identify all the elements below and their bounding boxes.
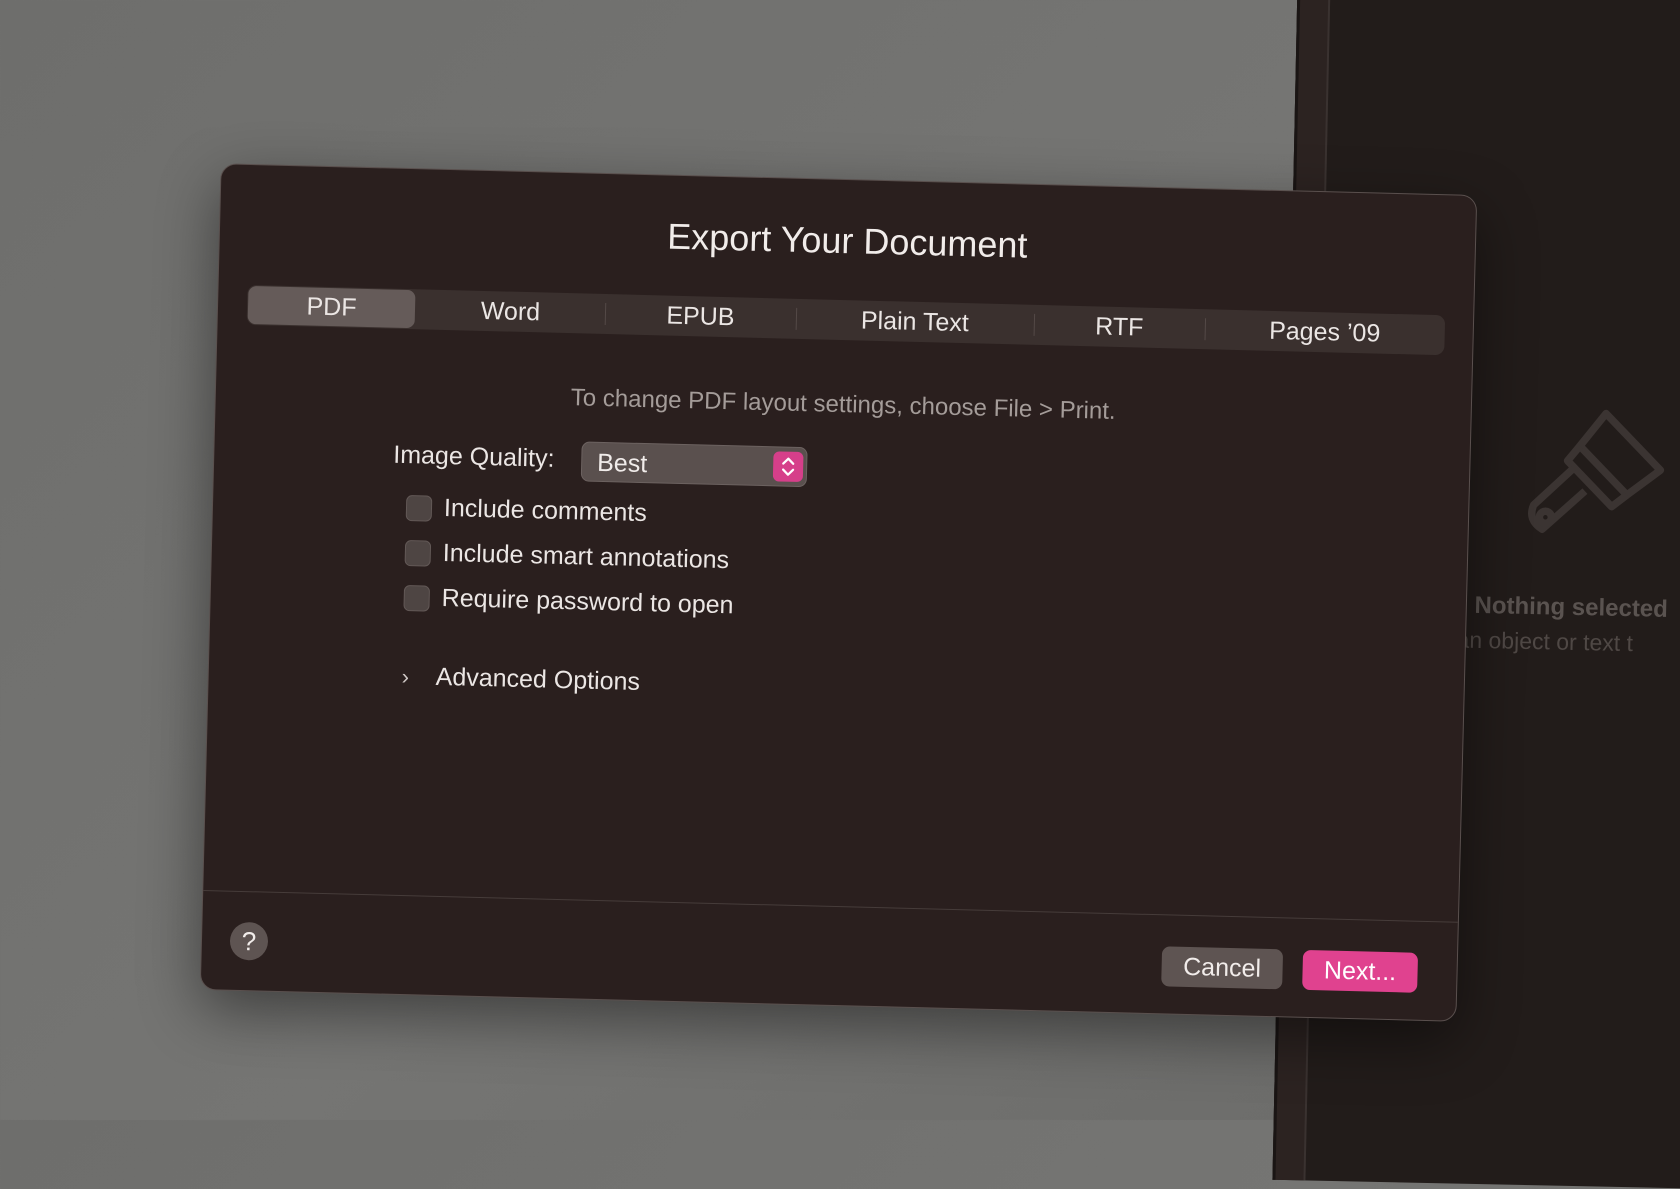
tab-pages-09[interactable]: Pages ’09 xyxy=(1204,309,1445,355)
include-smart-annotations-label: Include smart annotations xyxy=(442,538,730,575)
chevron-right-icon: › xyxy=(401,663,410,689)
nothing-selected-hint: t an object or text t xyxy=(1443,626,1634,657)
paintbrush-icon xyxy=(1528,409,1665,533)
advanced-options-label: Advanced Options xyxy=(435,662,641,697)
dialog-title: Export Your Document xyxy=(666,215,1028,266)
include-smart-annotations-row[interactable]: Include smart annotations xyxy=(404,538,730,575)
include-comments-checkbox[interactable] xyxy=(405,494,433,522)
format-tabs: PDF Word EPUB Plain Text RTF Pages ’09 xyxy=(246,284,1446,356)
pdf-layout-hint: To change PDF layout settings, choose Fi… xyxy=(570,384,1116,425)
footer-divider xyxy=(203,890,1458,923)
tab-plain-text[interactable]: Plain Text xyxy=(795,299,1034,345)
help-button[interactable]: ? xyxy=(229,921,269,961)
tab-rtf[interactable]: RTF xyxy=(1033,305,1205,349)
advanced-options-disclosure[interactable]: › Advanced Options xyxy=(401,662,640,697)
next-button[interactable]: Next... xyxy=(1302,949,1419,993)
require-password-row[interactable]: Require password to open xyxy=(403,583,734,620)
include-comments-label: Include comments xyxy=(443,493,648,528)
nothing-selected-label: Nothing selected xyxy=(1474,591,1669,623)
require-password-label: Require password to open xyxy=(441,583,734,620)
image-quality-label: Image Quality: xyxy=(392,440,555,473)
require-password-checkbox[interactable] xyxy=(403,584,431,612)
tab-word[interactable]: Word xyxy=(416,289,606,334)
image-quality-select[interactable]: Best xyxy=(580,441,808,488)
tab-epub[interactable]: EPUB xyxy=(604,294,796,339)
export-dialog: Export Your Document PDF Word EPUB Plain… xyxy=(199,163,1478,1022)
up-down-chevron-icon xyxy=(772,451,804,483)
include-smart-annotations-checkbox[interactable] xyxy=(404,539,432,567)
image-quality-value: Best xyxy=(596,448,648,479)
tab-pdf[interactable]: PDF xyxy=(247,285,416,329)
cancel-button[interactable]: Cancel xyxy=(1161,946,1284,990)
include-comments-row[interactable]: Include comments xyxy=(405,493,648,528)
